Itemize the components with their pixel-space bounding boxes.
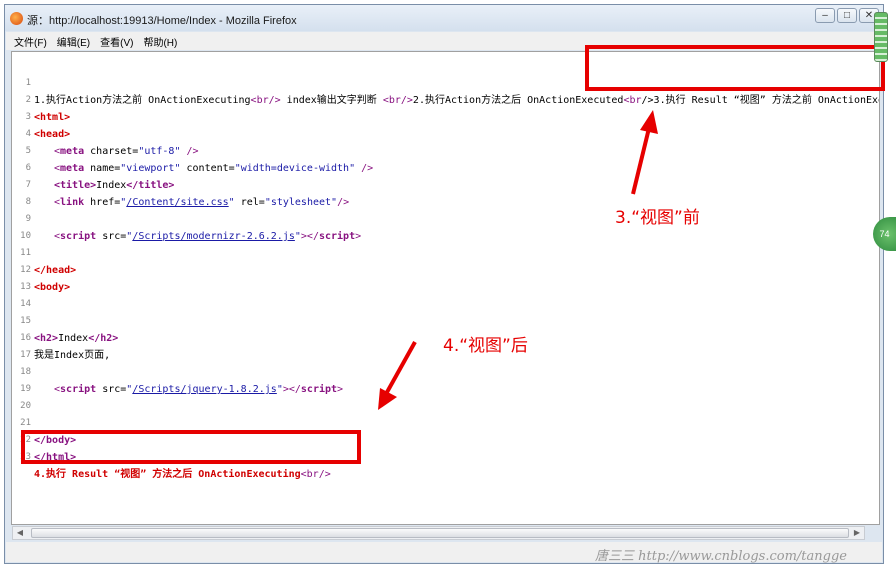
arrow-down-icon	[378, 341, 417, 410]
annotation-after-view: 4.“视图”后	[443, 336, 528, 356]
arrow-up-icon	[631, 110, 658, 195]
annotation-arrows	[378, 110, 658, 410]
side-gauge-icon	[874, 12, 888, 62]
annotation-before-view: 3.“视图”前	[615, 208, 700, 228]
watermark: 唐三三 http://www.cnblogs.com/tangge	[595, 549, 847, 564]
